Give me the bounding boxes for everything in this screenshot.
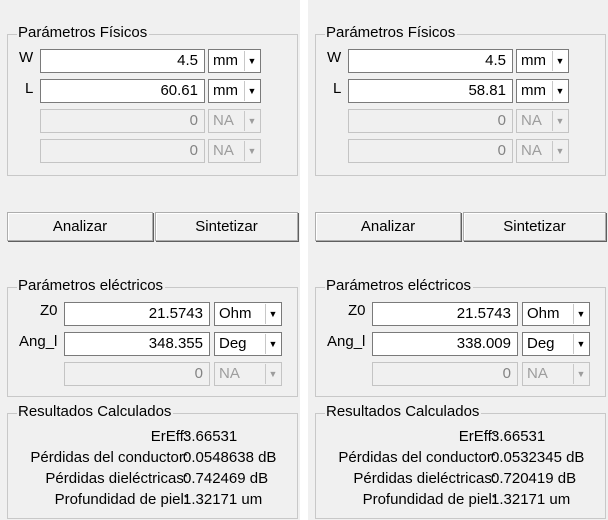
l-units-value: mm xyxy=(213,82,238,99)
skin-depth-label: Profundidad de piel: xyxy=(54,491,188,508)
chevron-down-icon: ▼ xyxy=(552,141,567,161)
electrical-params-title: Parámetros eléctricos xyxy=(325,277,474,295)
chevron-down-icon[interactable]: ▼ xyxy=(244,51,259,71)
results-title: Resultados Calculados xyxy=(17,403,174,421)
ang-units-value: Deg xyxy=(219,335,247,352)
ang-label: Ang_l xyxy=(19,333,58,350)
l-label: L xyxy=(25,80,34,97)
param4-units-value: NA xyxy=(521,142,542,159)
analyze-button[interactable]: Analizar xyxy=(7,212,153,241)
z0-units-select[interactable]: Ohm ▼ xyxy=(214,302,282,326)
chevron-down-icon: ▼ xyxy=(244,141,259,161)
chevron-down-icon: ▼ xyxy=(265,364,280,384)
ang-value-input[interactable]: 338.009 xyxy=(372,332,518,356)
param3-units-select: NA ▼ xyxy=(208,109,261,133)
ereff-value: 3.66531 xyxy=(183,428,238,445)
chevron-down-icon[interactable]: ▼ xyxy=(573,304,588,324)
transline-panel-right: Parámetros Físicos W 4.5 mm ▼ L 58.81 mm… xyxy=(308,0,608,520)
l-label: L xyxy=(333,80,342,97)
l-units-select[interactable]: mm ▼ xyxy=(516,79,569,103)
param3-input: 0 xyxy=(348,109,513,133)
conductor-loss-value: 0.0532345 dB xyxy=(491,449,585,466)
results-title: Resultados Calculados xyxy=(325,403,482,421)
param4-units-select: NA ▼ xyxy=(208,139,261,163)
elec3-input: 0 xyxy=(372,362,518,386)
z0-label: Z0 xyxy=(40,302,58,319)
elec3-units-value: NA xyxy=(219,365,240,382)
z0-units-value: Ohm xyxy=(219,305,252,322)
elec3-input: 0 xyxy=(64,362,210,386)
w-units-select[interactable]: mm ▼ xyxy=(208,49,261,73)
chevron-down-icon: ▼ xyxy=(244,111,259,131)
ang-units-value: Deg xyxy=(527,335,555,352)
param4-units-value: NA xyxy=(213,142,234,159)
dielectric-loss-value: 0.742469 dB xyxy=(183,470,269,487)
ang-value-input[interactable]: 348.355 xyxy=(64,332,210,356)
w-units-select[interactable]: mm ▼ xyxy=(516,49,569,73)
synthesize-button[interactable]: Sintetizar xyxy=(463,212,606,241)
param4-units-select: NA ▼ xyxy=(516,139,569,163)
skin-depth-label: Profundidad de piel: xyxy=(362,491,496,508)
z0-units-select[interactable]: Ohm ▼ xyxy=(522,302,590,326)
l-value-input[interactable]: 58.81 xyxy=(348,79,513,103)
ang-units-select[interactable]: Deg ▼ xyxy=(522,332,590,356)
ereff-value: 3.66531 xyxy=(491,428,546,445)
ang-label: Ang_l xyxy=(327,333,366,350)
analyze-button[interactable]: Analizar xyxy=(315,212,461,241)
skin-depth-value: 1.32171 um xyxy=(183,491,263,508)
chevron-down-icon[interactable]: ▼ xyxy=(573,334,588,354)
z0-label: Z0 xyxy=(348,302,366,319)
skin-depth-value: 1.32171 um xyxy=(491,491,571,508)
w-units-value: mm xyxy=(213,52,238,69)
electrical-params-title: Parámetros eléctricos xyxy=(17,277,166,295)
w-units-value: mm xyxy=(521,52,546,69)
w-label: W xyxy=(19,49,34,66)
w-value-input[interactable]: 4.5 xyxy=(40,49,205,73)
chevron-down-icon[interactable]: ▼ xyxy=(552,81,567,101)
w-value-input[interactable]: 4.5 xyxy=(348,49,513,73)
physical-params-title: Parámetros Físicos xyxy=(17,24,150,42)
param3-units-value: NA xyxy=(213,112,234,129)
chevron-down-icon[interactable]: ▼ xyxy=(265,304,280,324)
chevron-down-icon[interactable]: ▼ xyxy=(552,51,567,71)
param3-input: 0 xyxy=(40,109,205,133)
synthesize-button[interactable]: Sintetizar xyxy=(155,212,298,241)
z0-units-value: Ohm xyxy=(527,305,560,322)
l-units-select[interactable]: mm ▼ xyxy=(208,79,261,103)
ang-units-select[interactable]: Deg ▼ xyxy=(214,332,282,356)
transline-panel-left: Parámetros Físicos W 4.5 mm ▼ L 60.61 mm… xyxy=(0,0,300,520)
physical-params-title: Parámetros Físicos xyxy=(325,24,458,42)
z0-value-input[interactable]: 21.5743 xyxy=(372,302,518,326)
chevron-down-icon: ▼ xyxy=(552,111,567,131)
dielectric-loss-value: 0.720419 dB xyxy=(491,470,577,487)
conductor-loss-value: 0.0548638 dB xyxy=(183,449,277,466)
elec3-units-select: NA ▼ xyxy=(214,362,282,386)
l-value-input[interactable]: 60.61 xyxy=(40,79,205,103)
param4-input: 0 xyxy=(348,139,513,163)
dielectric-loss-label: Pérdidas dieléctricas: xyxy=(45,470,188,487)
chevron-down-icon[interactable]: ▼ xyxy=(244,81,259,101)
z0-value-input[interactable]: 21.5743 xyxy=(64,302,210,326)
chevron-down-icon: ▼ xyxy=(573,364,588,384)
chevron-down-icon[interactable]: ▼ xyxy=(265,334,280,354)
elec3-units-value: NA xyxy=(527,365,548,382)
elec3-units-select: NA ▼ xyxy=(522,362,590,386)
w-label: W xyxy=(327,49,342,66)
dielectric-loss-label: Pérdidas dieléctricas: xyxy=(353,470,496,487)
conductor-loss-label: Pérdidas del conductor: xyxy=(338,449,496,466)
conductor-loss-label: Pérdidas del conductor: xyxy=(30,449,188,466)
param3-units-select: NA ▼ xyxy=(516,109,569,133)
param3-units-value: NA xyxy=(521,112,542,129)
param4-input: 0 xyxy=(40,139,205,163)
l-units-value: mm xyxy=(521,82,546,99)
